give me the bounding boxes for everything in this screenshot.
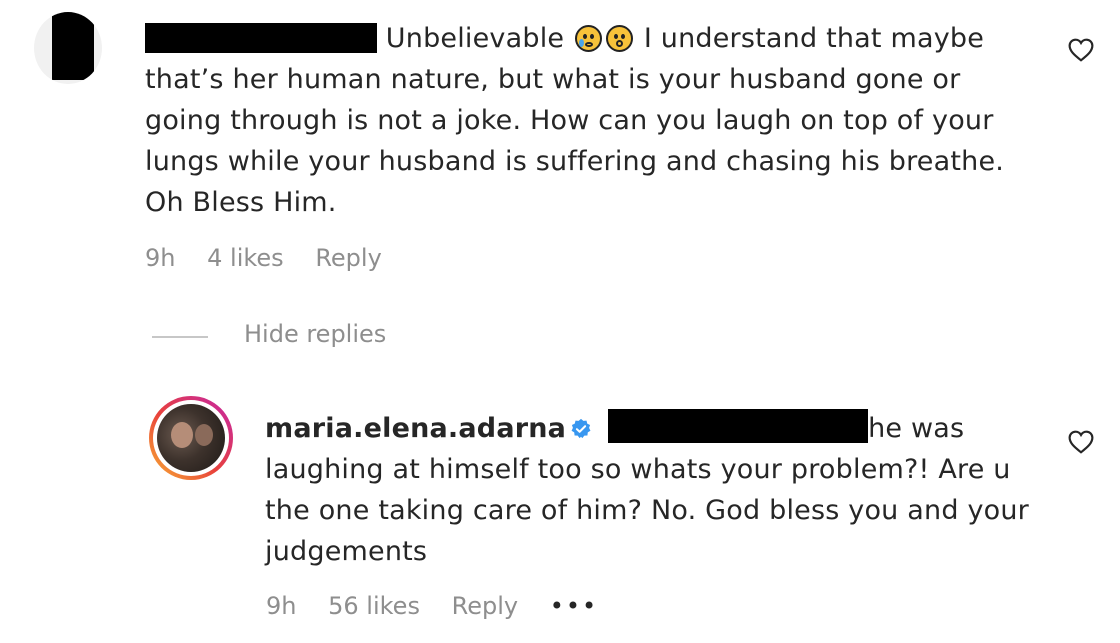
comment-time: 9h xyxy=(145,244,176,272)
reply-meta: 9h 56 likes Reply ••• xyxy=(266,592,622,620)
hide-replies-line xyxy=(152,336,208,338)
reply-avatar[interactable] xyxy=(149,396,233,480)
reply-username[interactable]: maria.elena.adarna xyxy=(265,413,566,444)
reply-time: 9h xyxy=(266,592,297,620)
hide-replies-button[interactable]: Hide replies xyxy=(244,320,386,348)
comment-text-start: Unbelievable xyxy=(385,23,565,54)
reply-body: maria.elena.adarna he was laughing at hi… xyxy=(265,408,1035,572)
comment-meta: 9h 4 likes Reply xyxy=(145,244,406,272)
crying-face-emoji-icon xyxy=(575,25,603,52)
reply-reply-button[interactable]: Reply xyxy=(452,592,518,620)
comment-reply-button[interactable]: Reply xyxy=(315,244,381,272)
comment-likes[interactable]: 4 likes xyxy=(207,244,284,272)
avatar-face xyxy=(171,422,193,448)
avatar-ring-inner xyxy=(153,400,229,476)
redaction-block xyxy=(52,12,94,80)
redacted-mention xyxy=(608,409,869,443)
heart-outline-icon[interactable] xyxy=(1068,430,1094,454)
avatar-face-second xyxy=(195,424,213,446)
verified-badge-icon xyxy=(571,418,591,439)
comment-body: Unbelievable I understand that maybe tha… xyxy=(145,18,1035,223)
heart-outline-icon[interactable] xyxy=(1068,38,1094,62)
more-options-icon[interactable]: ••• xyxy=(550,592,598,620)
avatar-photo xyxy=(157,404,225,472)
astonished-face-emoji-icon xyxy=(606,25,634,52)
commenter-avatar-redacted[interactable] xyxy=(34,12,102,84)
redacted-username xyxy=(145,23,377,53)
reply-likes[interactable]: 56 likes xyxy=(328,592,420,620)
